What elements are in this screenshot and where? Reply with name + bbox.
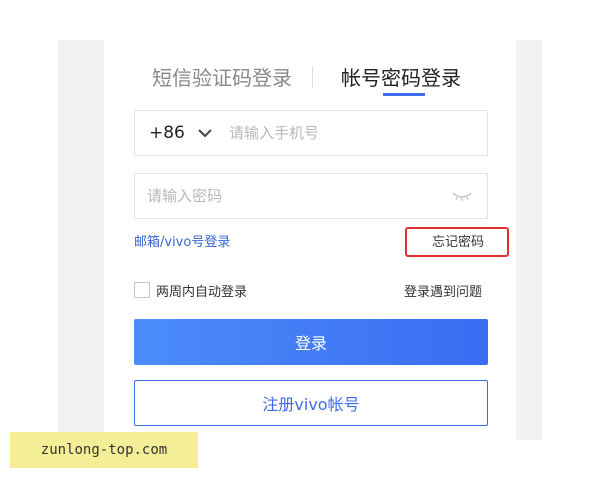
auto-login-label: 两周内自动登录 [156,285,248,300]
watermark-label: zunlong-top.com [10,432,198,468]
login-problem-link[interactable]: 登录遇到问题 [404,281,482,300]
country-code-select[interactable]: +86 [149,123,185,143]
tab-password-login[interactable]: 帐号密码登录 [341,62,461,91]
password-field [134,173,488,219]
tab-divider [312,66,313,88]
login-button[interactable]: 登录 [134,319,488,365]
auto-login-checkbox[interactable] [134,282,150,298]
eye-closed-icon[interactable] [451,189,473,203]
background-right-panel [516,40,542,440]
background-left-panel [58,40,104,440]
email-vivo-login-link[interactable]: 邮箱/vivo号登录 [134,231,230,250]
phone-field: +86 [134,110,488,156]
login-page: 短信验证码登录 帐号密码登录 +86 邮箱/vivo号登录 忘记密码 两周内自动… [0,0,600,480]
forgot-password-link[interactable]: 忘记密码 [432,231,484,250]
password-input[interactable] [147,174,447,218]
phone-input[interactable] [229,111,479,155]
tab-sms-login[interactable]: 短信验证码登录 [152,62,292,91]
active-tab-indicator [383,93,425,96]
chevron-down-icon[interactable] [197,125,213,141]
register-button[interactable]: 注册vivo帐号 [134,380,488,426]
login-tabs: 短信验证码登录 帐号密码登录 [104,58,516,100]
